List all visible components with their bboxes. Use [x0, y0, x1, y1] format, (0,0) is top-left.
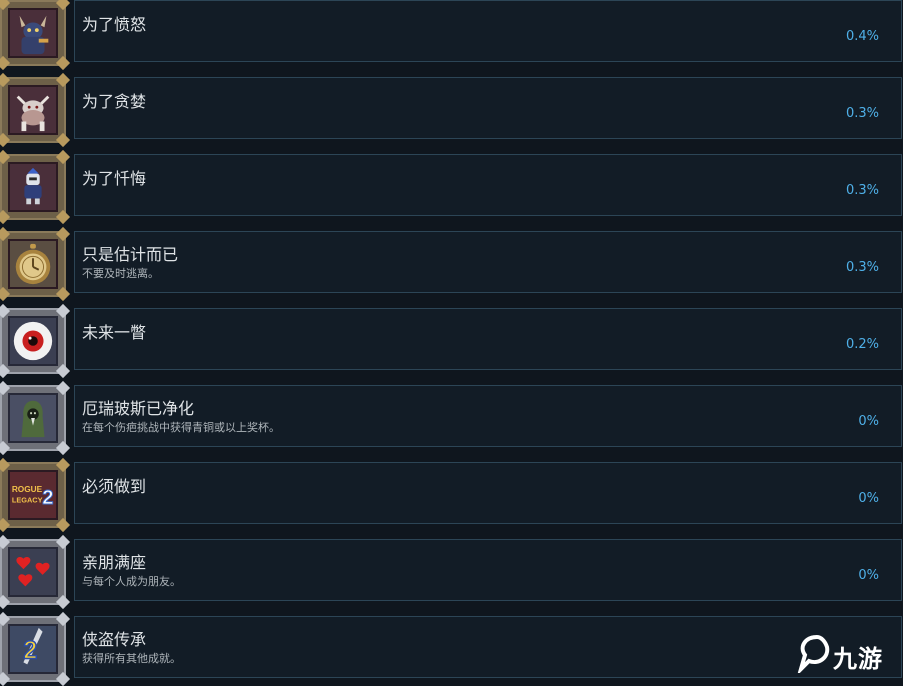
achievement-icon-frame: ROGUE LEGACY 2 — [0, 457, 71, 533]
achievement-row[interactable]: 2 侠盗传承 获得所有其他成就。 — [0, 611, 903, 686]
rogue-legacy-2-logo-icon: ROGUE LEGACY 2 — [8, 470, 58, 520]
achievement-card: 必须做到 0% — [74, 462, 902, 524]
achievement-card: 侠盗传承 获得所有其他成就。 — [74, 616, 902, 678]
achievement-row[interactable]: 亲朋满座 与每个人成为朋友。 0% — [0, 534, 903, 610]
achievement-row[interactable]: 为了愤怒 0.4% — [0, 0, 903, 71]
achievement-row[interactable]: 只是估计而已 不要及时逃离。 0.3% — [0, 226, 903, 302]
achievement-icon-frame — [0, 380, 71, 456]
achievement-icon-frame: 2 — [0, 611, 71, 686]
achievement-title: 为了忏悔 — [82, 169, 147, 188]
eye-icon — [8, 316, 58, 366]
jiuyou-logo-icon — [796, 634, 831, 677]
achievement-title: 只是估计而已 — [82, 245, 179, 264]
sword-number-2-icon: 2 — [8, 624, 58, 674]
achievement-title: 为了贪婪 — [82, 92, 147, 111]
achievement-description: 在每个伤疤挑战中获得青铜或以上奖杯。 — [82, 421, 280, 434]
hooded-figure-icon — [8, 393, 58, 443]
achievement-card: 为了忏悔 0.3% — [74, 154, 902, 216]
pocket-watch-icon — [8, 239, 58, 289]
achievement-icon-frame — [0, 72, 71, 148]
achievement-percent: 0.4% — [845, 29, 879, 44]
knight-character-icon — [8, 162, 58, 212]
achievement-row[interactable]: 厄瑞玻斯已净化 在每个伤疤挑战中获得青铜或以上奖杯。 0% — [0, 380, 903, 456]
achievement-percent: 0.2% — [845, 337, 879, 352]
achievement-percent: 0% — [858, 414, 879, 429]
achievement-title: 厄瑞玻斯已净化 — [82, 399, 195, 418]
beast-creature-icon — [8, 85, 58, 135]
achievement-row[interactable]: 为了贪婪 0.3% — [0, 72, 903, 148]
achievement-percent: 0.3% — [845, 260, 879, 275]
achievement-icon-frame — [0, 226, 71, 302]
watermark: 九游 — [796, 634, 897, 678]
svg-text:ROGUE: ROGUE — [12, 485, 43, 494]
hearts-icon — [8, 547, 58, 597]
svg-text:2: 2 — [42, 487, 53, 509]
achievement-icon-frame — [0, 534, 71, 610]
achievement-icon-frame — [0, 149, 71, 225]
achievement-percent: 0% — [858, 491, 879, 506]
achievement-card: 厄瑞玻斯已净化 在每个伤疤挑战中获得青铜或以上奖杯。 0% — [74, 385, 902, 447]
achievement-icon-frame — [0, 0, 71, 71]
horned-demon-icon — [8, 8, 58, 58]
achievement-row[interactable]: 未来一瞥 0.2% — [0, 303, 903, 379]
achievement-card: 为了愤怒 0.4% — [74, 0, 902, 62]
achievement-description: 获得所有其他成就。 — [82, 652, 181, 665]
achievement-card: 未来一瞥 0.2% — [74, 308, 902, 370]
achievement-title: 亲朋满座 — [82, 553, 147, 572]
achievement-title: 为了愤怒 — [82, 15, 147, 34]
achievement-row[interactable]: ROGUE LEGACY 2 必须做到 0% — [0, 457, 903, 533]
achievement-percent: 0% — [858, 568, 879, 583]
achievement-row[interactable]: 为了忏悔 0.3% — [0, 149, 903, 225]
watermark-text: 九游 — [833, 644, 883, 673]
svg-text:LEGACY: LEGACY — [12, 495, 43, 504]
achievement-title: 未来一瞥 — [82, 323, 147, 342]
svg-text:2: 2 — [23, 637, 37, 665]
achievement-title: 必须做到 — [82, 477, 147, 496]
achievement-description: 与每个人成为朋友。 — [82, 575, 181, 588]
achievement-percent: 0.3% — [845, 183, 879, 198]
achievement-icon-frame — [0, 303, 71, 379]
achievement-percent: 0.3% — [845, 106, 879, 121]
achievement-description: 不要及时逃离。 — [82, 267, 159, 280]
achievement-card: 亲朋满座 与每个人成为朋友。 0% — [74, 539, 902, 601]
achievement-title: 侠盗传承 — [82, 630, 147, 649]
achievement-card: 只是估计而已 不要及时逃离。 0.3% — [74, 231, 902, 293]
achievement-card: 为了贪婪 0.3% — [74, 77, 902, 139]
